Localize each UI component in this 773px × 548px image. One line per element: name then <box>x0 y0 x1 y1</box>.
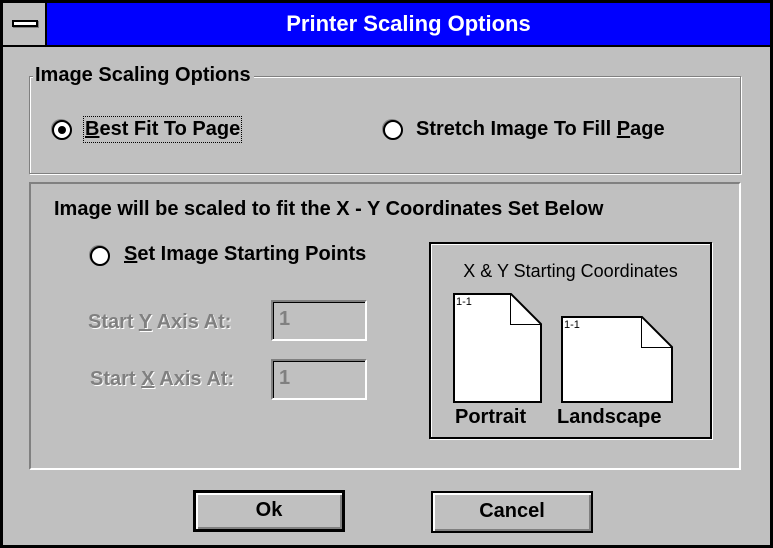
set-points-mnemonic: S <box>124 243 138 265</box>
start-y-input[interactable]: 1 <box>271 300 367 341</box>
start-y-mnemonic: Y <box>138 311 152 333</box>
best-fit-text: est Fit To Page <box>99 118 241 140</box>
best-fit-mnemonic: B <box>85 118 100 140</box>
start-x-input[interactable]: 1 <box>271 359 367 400</box>
landscape-caption: Landscape <box>557 406 662 428</box>
best-fit-radio[interactable] <box>52 120 72 140</box>
ok-button[interactable]: Ok <box>193 490 345 532</box>
start-x-mnemonic: X <box>141 368 155 390</box>
portrait-page-icon: 1-1 <box>453 293 542 403</box>
landscape-page-icon: 1-1 <box>561 316 673 403</box>
coords-heading: Image will be scaled to fit the X - Y Co… <box>54 198 604 220</box>
radio-selected-dot <box>58 126 66 134</box>
stretch-mnemonic: P <box>616 118 631 140</box>
set-starting-points-label[interactable]: Set Image Starting Points <box>124 243 366 266</box>
stretch-text-a: Stretch Image To Fill <box>416 118 617 140</box>
landscape-origin: 1-1 <box>564 319 580 331</box>
set-starting-points-radio[interactable] <box>90 246 110 266</box>
stretch-label[interactable]: Stretch Image To Fill Page <box>416 118 665 141</box>
start-x-text-b: Axis At: <box>154 368 235 390</box>
stretch-radio[interactable] <box>383 120 403 140</box>
system-menu-button[interactable] <box>3 3 47 45</box>
portrait-dogear <box>510 293 542 325</box>
preview-title: X & Y Starting Coordinates <box>463 261 678 281</box>
start-y-label: Start Y Axis At: <box>88 311 231 334</box>
landscape-dogear <box>641 316 673 348</box>
title-bar[interactable]: Printer Scaling Options <box>3 3 770 47</box>
system-menu-icon <box>12 20 38 27</box>
window-title: Printer Scaling Options <box>286 11 531 36</box>
set-points-text: et Image Starting Points <box>137 243 367 265</box>
stretch-text-b: age <box>630 118 665 140</box>
best-fit-label[interactable]: Best Fit To Page <box>82 116 243 143</box>
start-x-label: Start X Axis At: <box>90 368 234 391</box>
portrait-caption: Portrait <box>455 406 527 428</box>
portrait-origin: 1-1 <box>456 296 472 308</box>
start-x-text-a: Start <box>90 368 142 390</box>
start-y-text-a: Start <box>88 311 139 333</box>
start-y-text-b: Axis At: <box>151 311 232 333</box>
starting-coordinates-preview: X & Y Starting Coordinates 1-1 1-1 Portr… <box>429 242 712 439</box>
cancel-button[interactable]: Cancel <box>431 491 593 533</box>
group-legend: Image Scaling Options <box>33 64 254 87</box>
